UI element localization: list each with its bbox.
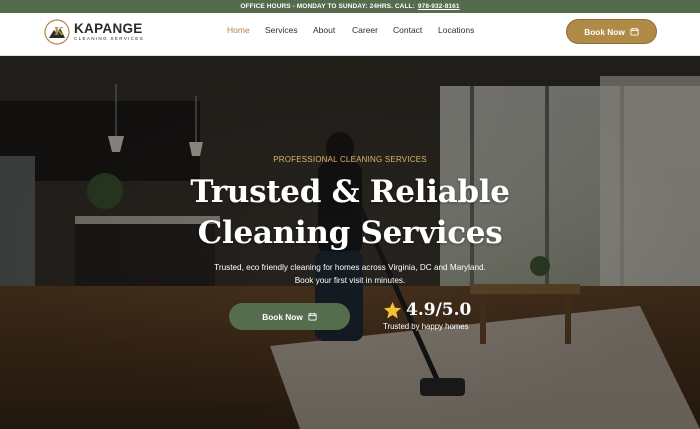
brand-tagline: CLEANING SERVICES [74, 36, 145, 42]
rating-value: 4.9/5.0 [406, 300, 472, 320]
office-hours-bar: OFFICE HOURS - MONDAY TO SUNDAY: 24HRS. … [0, 0, 700, 13]
hero-section: PROFESSIONAL CLEANING SERVICES Trusted &… [0, 56, 700, 429]
nav-locations[interactable]: Locations [438, 25, 474, 35]
hero-eyebrow: PROFESSIONAL CLEANING SERVICES [273, 155, 427, 164]
logo-icon: K [44, 19, 70, 45]
hero-book-now-label: Book Now [262, 311, 303, 322]
nav-contact[interactable]: Contact [393, 25, 422, 35]
calendar-icon [630, 27, 639, 36]
nav-about[interactable]: About [313, 25, 335, 35]
header-book-now-button[interactable]: Book Now [566, 19, 657, 44]
hero-subtitle-line1: Trusted, eco friendly cleaning for homes… [214, 263, 486, 272]
rating-caption: Trusted by happy homes [383, 322, 469, 331]
svg-text:K: K [54, 25, 64, 38]
hero-book-now-button[interactable]: Book Now [229, 303, 350, 330]
hero-subtitle-line2: Book your first visit in minutes. [294, 276, 406, 285]
site-header: K KAPANGE CLEANING SERVICES Home Service… [0, 13, 700, 56]
hero-subtitle: Trusted, eco friendly cleaning for homes… [0, 261, 700, 287]
calendar-icon [308, 312, 317, 321]
nav-home[interactable]: Home [227, 25, 250, 35]
brand-name: KAPANGE [74, 20, 143, 36]
brand-logo[interactable]: K KAPANGE CLEANING SERVICES [44, 17, 144, 47]
nav-services[interactable]: Services [265, 25, 298, 35]
header-book-now-label: Book Now [584, 26, 625, 37]
rating-block: 4.9/5.0 Trusted by happy homes [383, 300, 471, 331]
nav-career[interactable]: Career [352, 25, 378, 35]
office-hours-text: OFFICE HOURS - MONDAY TO SUNDAY: 24HRS. … [240, 3, 415, 10]
hero-headline-line2: Cleaning Services [197, 215, 503, 251]
star-icon [383, 301, 402, 318]
hero-headline-line1: Trusted & Reliable [190, 174, 510, 210]
hero-headline: Trusted & Reliable Cleaning Services [0, 172, 700, 254]
phone-link[interactable]: 978-932-8161 [418, 3, 460, 10]
